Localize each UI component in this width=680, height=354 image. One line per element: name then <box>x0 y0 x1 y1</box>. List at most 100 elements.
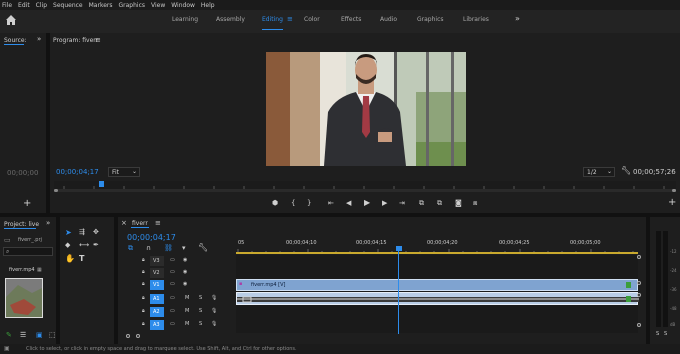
lock-icon[interactable]: 🔒︎ <box>142 281 145 287</box>
scroll-handle-left[interactable] <box>126 334 130 338</box>
zoom-handle-right[interactable] <box>672 189 676 192</box>
lock-icon[interactable]: 🔒︎ <box>142 295 145 301</box>
audio-clip[interactable] <box>236 292 639 305</box>
add-marker-icon[interactable]: ⬢ <box>272 199 278 207</box>
extract-icon[interactable]: ⧉ <box>437 199 442 208</box>
sync-lock-icon[interactable]: ▭ <box>170 321 175 327</box>
menu-sequence[interactable]: Sequence <box>53 2 83 9</box>
project-item-thumbnail[interactable] <box>5 278 43 318</box>
sync-lock-icon[interactable]: ▭ <box>170 281 175 287</box>
ripple-edit-tool-icon[interactable]: ✥ <box>93 228 99 236</box>
pen-tool-icon[interactable]: ✒ <box>93 241 99 249</box>
source-add-button-icon[interactable]: + <box>23 198 31 209</box>
tab-color[interactable]: Color <box>304 16 320 23</box>
nest-toggle-icon[interactable]: ⧉ <box>128 244 133 253</box>
timeline-timecode[interactable]: 00;00;04;17 <box>127 233 176 242</box>
source-overflow-button[interactable]: » <box>37 35 41 43</box>
vertical-scroll-handle[interactable] <box>637 255 641 259</box>
tab-learning[interactable]: Learning <box>172 16 198 23</box>
type-tool-icon[interactable]: T <box>79 254 84 263</box>
menu-view[interactable]: View <box>151 2 165 9</box>
icon-view-icon[interactable]: ▣ <box>36 331 43 339</box>
pencil-icon[interactable]: ✎ <box>6 331 12 339</box>
sync-lock-icon[interactable]: ▭ <box>170 257 175 263</box>
add-marker-icon[interactable]: ▾ <box>182 244 186 252</box>
scroll-handle-right[interactable] <box>136 334 140 338</box>
hand-tool-icon[interactable]: ✋ <box>65 254 75 263</box>
program-menu-icon[interactable]: ≡ <box>95 36 101 44</box>
meter-solo-left[interactable]: S <box>656 331 659 337</box>
resolution-dropdown[interactable]: 1/2 ⌄ <box>583 167 615 177</box>
menu-markers[interactable]: Markers <box>89 2 113 9</box>
eye-icon[interactable]: ◉ <box>183 257 187 263</box>
editing-menu-icon[interactable]: ≡ <box>287 15 293 23</box>
list-view-icon[interactable]: ☰ <box>20 331 26 339</box>
track-target-a1[interactable]: A1 <box>150 294 164 304</box>
menu-clip[interactable]: Clip <box>36 2 47 9</box>
wrench-icon[interactable]: 🔧︎ <box>198 243 208 252</box>
mark-out-icon[interactable]: } <box>307 199 311 207</box>
video-clip[interactable]: ▪ fiverr.mp4 [V] <box>236 279 638 291</box>
microphone-icon[interactable]: 🎙︎ <box>211 308 217 314</box>
sequence-tab[interactable]: fiverr <box>132 220 148 227</box>
project-overflow-button[interactable]: » <box>46 219 50 227</box>
home-icon[interactable] <box>4 13 18 27</box>
program-tab[interactable]: Program: fiverr <box>53 37 98 44</box>
menu-edit[interactable]: Edit <box>18 2 30 9</box>
linked-selection-icon[interactable]: ⛓ <box>164 244 173 252</box>
track-select-tool-icon[interactable]: ⇶ <box>79 228 85 236</box>
lock-icon[interactable]: 🔒︎ <box>142 321 145 327</box>
lift-icon[interactable]: ⧉ <box>419 199 424 208</box>
vertical-scroll-handle[interactable] <box>637 281 641 285</box>
snap-icon[interactable]: ∩ <box>146 244 151 252</box>
track-target-v2[interactable]: V2 <box>150 268 164 278</box>
microphone-icon[interactable]: 🎙︎ <box>211 295 217 301</box>
step-back-icon[interactable]: ◀ <box>346 199 351 207</box>
program-add-button-icon[interactable]: + <box>668 197 676 208</box>
menu-window[interactable]: Window <box>171 2 195 9</box>
sync-lock-icon[interactable]: ▭ <box>170 269 175 275</box>
step-forward-icon[interactable]: ▶ <box>382 199 387 207</box>
menu-graphics[interactable]: Graphics <box>119 2 146 9</box>
solo-button[interactable]: S <box>199 295 202 301</box>
microphone-icon[interactable]: 🎙︎ <box>211 321 217 327</box>
program-zoom-bar[interactable] <box>54 189 676 192</box>
program-playhead[interactable] <box>99 181 104 187</box>
vertical-scroll-handle[interactable] <box>637 323 641 327</box>
razor-tool-icon[interactable]: ◆ <box>65 241 70 249</box>
eye-icon[interactable]: ◉ <box>183 281 187 287</box>
mute-button[interactable]: M <box>185 321 189 327</box>
project-search-input[interactable]: ⌕ <box>3 247 53 256</box>
menu-file[interactable]: File <box>2 2 12 9</box>
export-frame-icon[interactable]: ◙ <box>455 199 462 207</box>
slip-tool-icon[interactable]: ⟷ <box>79 241 89 249</box>
lock-icon[interactable]: 🔒︎ <box>142 257 145 263</box>
go-to-in-icon[interactable]: ⇤ <box>328 199 334 207</box>
sequence-menu-icon[interactable]: ≡ <box>155 219 161 227</box>
menu-help[interactable]: Help <box>201 2 215 9</box>
track-target-a2[interactable]: A2 <box>150 307 164 317</box>
zoom-handle-left[interactable] <box>54 189 58 192</box>
meter-solo-right[interactable]: S <box>664 331 667 337</box>
mute-button[interactable]: M <box>185 295 189 301</box>
sync-lock-icon[interactable]: ▭ <box>170 308 175 314</box>
vertical-scroll-handle[interactable] <box>637 293 641 297</box>
go-to-out-icon[interactable]: ⇥ <box>399 199 405 207</box>
tab-libraries[interactable]: Libraries <box>463 16 489 23</box>
sync-lock-icon[interactable]: ▭ <box>170 295 175 301</box>
tab-effects[interactable]: Effects <box>341 16 361 23</box>
solo-button[interactable]: S <box>199 321 202 327</box>
selection-tool-icon[interactable]: ➤ <box>65 228 72 237</box>
project-tab[interactable]: Project: live <box>4 221 39 228</box>
compare-view-icon[interactable]: ⧈ <box>473 199 477 208</box>
timeline-playhead-handle[interactable] <box>396 246 402 251</box>
program-scrub-bar[interactable] <box>54 181 676 189</box>
program-playhead-timecode[interactable]: 00;00;04;17 <box>56 168 99 176</box>
close-icon[interactable]: × <box>121 219 127 227</box>
timeline-horizontal-scroll[interactable] <box>120 333 638 339</box>
workspaces-overflow-button[interactable]: » <box>515 14 520 23</box>
video-frame[interactable] <box>266 52 466 166</box>
track-target-a3[interactable]: A3 <box>150 320 164 330</box>
zoom-dropdown[interactable]: Fit ⌄ <box>108 167 140 177</box>
tab-assembly[interactable]: Assembly <box>216 16 245 23</box>
